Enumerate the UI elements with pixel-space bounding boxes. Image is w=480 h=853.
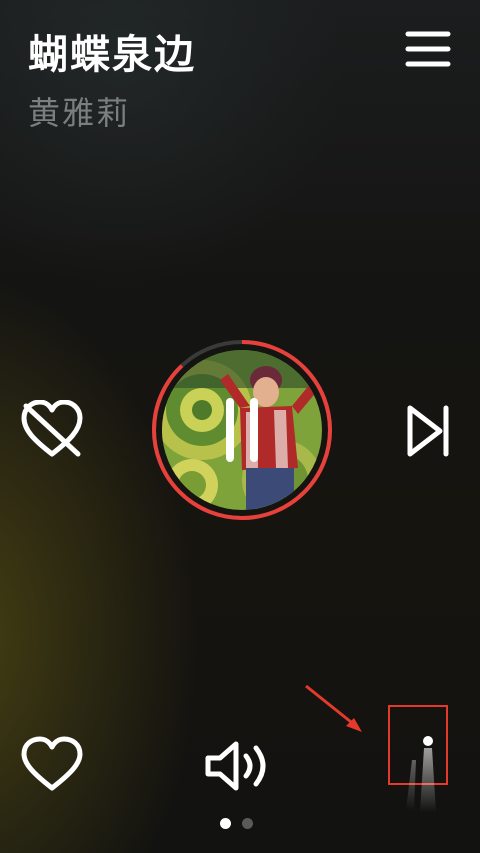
skip-next-icon: [407, 405, 449, 457]
pause-button[interactable]: [214, 398, 270, 462]
page-dot-1[interactable]: [220, 818, 231, 829]
hamburger-menu-icon: [405, 31, 451, 67]
pause-icon: [226, 398, 258, 462]
more-dot-icon: [406, 736, 436, 812]
favorite-button[interactable]: [20, 736, 84, 794]
artist-name: 黄雅莉: [28, 94, 131, 132]
annotation-arrow: [305, 684, 362, 732]
dislike-button[interactable]: [20, 399, 84, 460]
heart-crossed-icon: [21, 399, 83, 457]
song-title: 蝴蝶泉边: [28, 32, 196, 78]
next-button[interactable]: [404, 404, 452, 458]
volume-icon: [205, 741, 266, 791]
page-dot-2[interactable]: [242, 818, 253, 829]
page-indicator: [220, 816, 264, 830]
heart-outline-icon: [21, 736, 83, 791]
menu-button[interactable]: [404, 28, 452, 70]
album-disc[interactable]: [150, 338, 334, 522]
volume-button[interactable]: [204, 738, 274, 794]
more-button[interactable]: [398, 730, 438, 820]
